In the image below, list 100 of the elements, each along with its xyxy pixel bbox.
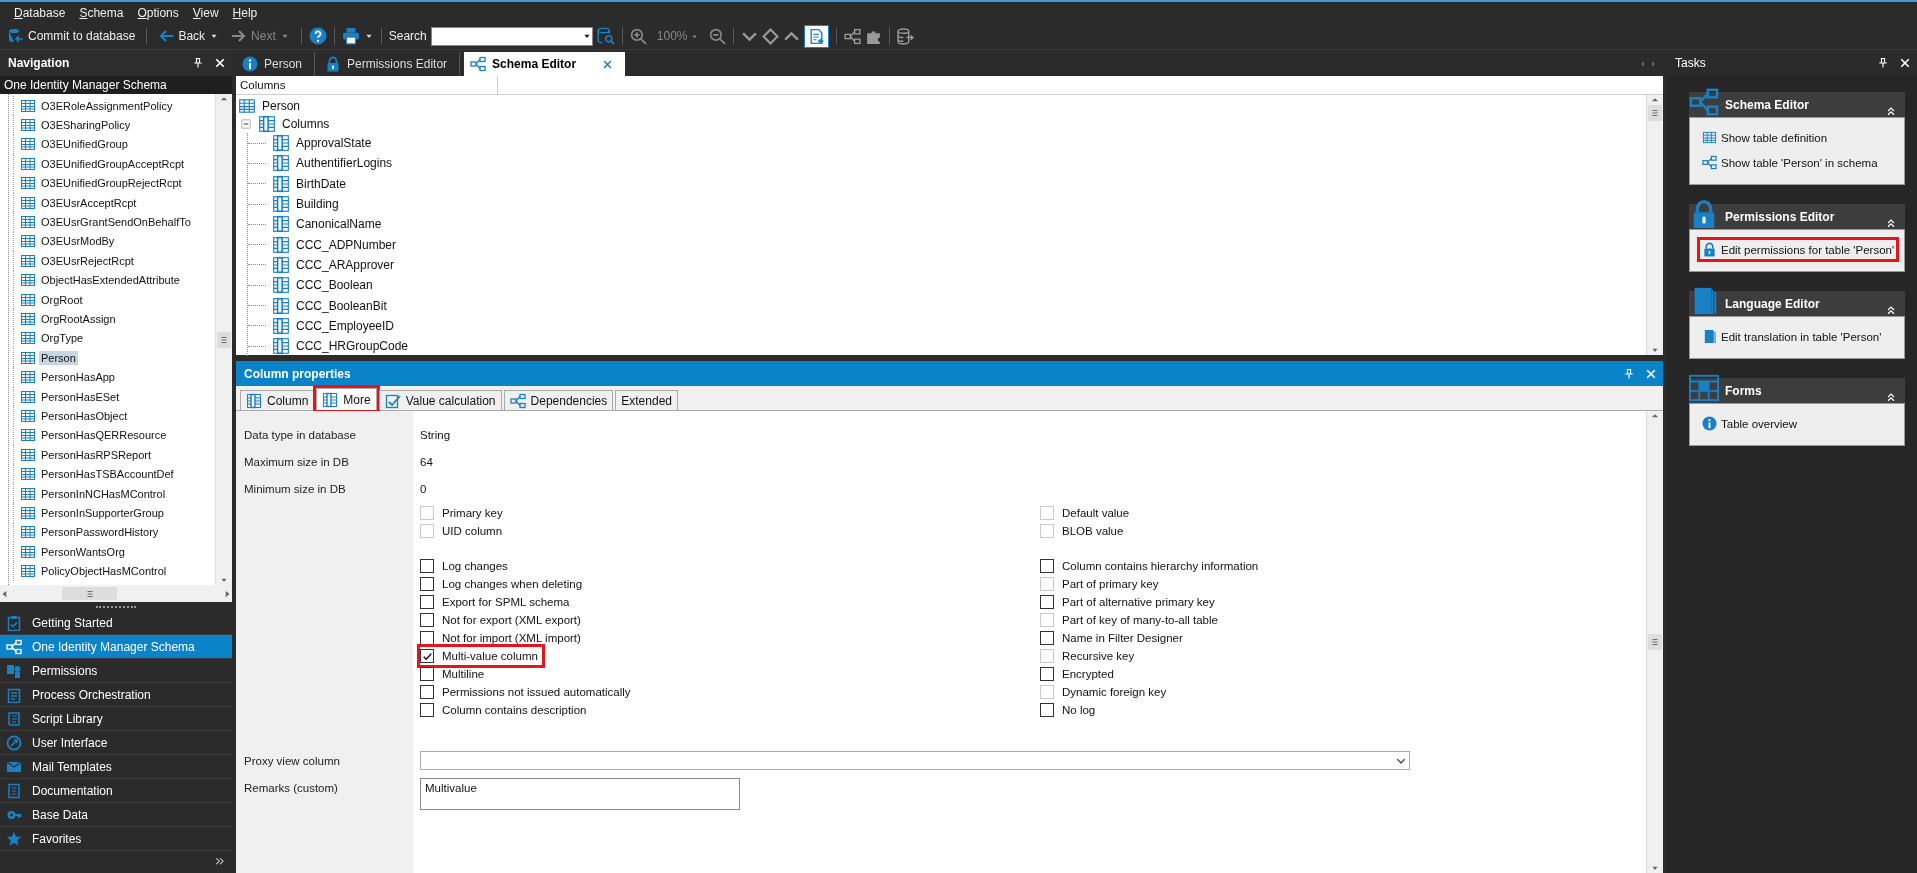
tree-item[interactable]: CCC_EmployeeID (296, 318, 395, 333)
collapse-toggle-icon[interactable] (240, 118, 252, 130)
menu-item[interactable]: Schema (79, 5, 124, 20)
checkbox[interactable] (420, 577, 434, 591)
pin-icon[interactable] (1877, 57, 1889, 69)
menu-item[interactable]: View (192, 5, 219, 20)
menu-item[interactable]: Options (137, 5, 179, 20)
document-tab[interactable]: Schema Editor (464, 52, 626, 76)
tree-item[interactable]: O3EUsrGrantSendOnBehalfTo (39, 215, 193, 230)
checkbox[interactable] (1040, 631, 1054, 645)
help-icon[interactable] (308, 27, 327, 45)
pin-icon[interactable] (192, 57, 204, 69)
tree-item[interactable]: PersonHasTSBAccountDef (39, 467, 176, 482)
double-chevron-icon[interactable] (214, 856, 226, 868)
tree-item[interactable]: PersonInSupporterGroup (39, 505, 166, 520)
navigation-section[interactable]: One Identity Manager Schema (0, 635, 232, 659)
database-search-icon[interactable] (596, 27, 615, 45)
tree-item[interactable]: PersonWantsOrg (39, 544, 127, 559)
tree-item[interactable]: PersonHasApp (39, 370, 117, 385)
tree-item[interactable]: PersonHasESet (39, 389, 122, 404)
back-button[interactable]: Back (154, 25, 224, 47)
menu-item[interactable]: Database (14, 5, 66, 20)
tree-item[interactable]: AuthentifierLogins (296, 156, 393, 171)
commit-button[interactable]: Commit to database (4, 25, 140, 47)
tree-item[interactable]: OrgType (39, 331, 86, 346)
table-icon (20, 330, 36, 347)
tree-item[interactable]: O3EUsrModBy (39, 234, 117, 249)
collapse-icon[interactable] (1885, 105, 1897, 117)
tree-item[interactable]: CCC_Boolean (296, 278, 373, 293)
tree-item[interactable]: ApprovalState (296, 136, 372, 151)
column-icon (322, 391, 339, 408)
properties-tab[interactable]: Extended (615, 390, 678, 410)
tree-item[interactable]: PolicyObjectHasMControl (39, 564, 169, 579)
tree-item[interactable]: PersonHasQERResource (39, 428, 169, 443)
search-field[interactable] (430, 26, 593, 46)
tree-item[interactable]: OrgRoot (39, 292, 85, 307)
scrollbar[interactable] (215, 94, 232, 585)
tree-item[interactable]: CanonicalName (296, 217, 382, 232)
tree-item[interactable]: CCC_HRGroupCode (296, 339, 409, 354)
checkbox[interactable] (420, 703, 434, 717)
tree-item[interactable]: CCC_BooleanBit (296, 298, 387, 313)
tree-item[interactable]: O3EUnifiedGroupRejectRcpt (39, 176, 184, 191)
tree-item[interactable]: Person (262, 99, 301, 113)
diamond-icon[interactable] (761, 27, 779, 45)
checkbox[interactable] (1040, 559, 1054, 573)
properties-tab[interactable]: Dependencies (503, 390, 614, 410)
tree-item[interactable]: Building (296, 197, 339, 212)
tree-item[interactable]: O3ESharingPolicy (39, 118, 133, 133)
add-document-button[interactable] (803, 24, 829, 48)
tree-item[interactable]: Columns (282, 117, 330, 131)
scrollbar[interactable] (1646, 411, 1663, 873)
checkbox[interactable] (420, 649, 434, 663)
properties-tab[interactable]: More (316, 388, 377, 410)
tree-item[interactable]: PersonHasRPSReport (39, 447, 154, 462)
menu-item[interactable]: Help (232, 5, 258, 20)
scroll-right-icon[interactable] (1649, 60, 1657, 68)
printer-icon[interactable] (341, 27, 360, 45)
tree-item[interactable]: Person (39, 350, 78, 365)
tree-item[interactable]: O3EUnifiedGroupAcceptRcpt (39, 156, 187, 171)
checkbox[interactable] (420, 559, 434, 573)
tree-item[interactable]: CCC_ADPNumber (296, 237, 397, 252)
tree-item[interactable]: PersonInNCHasMControl (39, 486, 168, 501)
close-icon[interactable] (214, 57, 226, 69)
close-icon[interactable] (1899, 57, 1911, 69)
tree-item[interactable]: PersonHasObject (39, 408, 130, 423)
database-export-icon[interactable] (896, 27, 914, 45)
horizontal-scrollbar[interactable] (0, 585, 232, 602)
tree-item[interactable]: O3EUnifiedGroup (39, 137, 130, 152)
checkbox[interactable] (1040, 667, 1054, 681)
tree-item[interactable]: BirthDate (296, 176, 347, 191)
checkbox[interactable] (420, 631, 434, 645)
checkbox[interactable] (1040, 703, 1054, 717)
checkbox[interactable] (420, 685, 434, 699)
tree-item[interactable]: O3ERoleAssignmentPolicy (39, 98, 175, 113)
collapse-icon[interactable] (1885, 217, 1897, 229)
tree-item[interactable]: O3EUsrRejectRcpt (39, 253, 136, 268)
checkbox[interactable] (420, 667, 434, 681)
task-link[interactable]: Show table definition (1700, 128, 1830, 147)
properties-tab[interactable]: Value calculation (378, 390, 502, 410)
checkbox[interactable] (420, 595, 434, 609)
remarks-field[interactable]: Multivalue (420, 778, 740, 810)
tree-item[interactable]: O3EUsrAcceptRcpt (39, 195, 139, 210)
tree-item[interactable]: ObjectHasExtendedAttribute (39, 273, 182, 288)
checkbox-label: Column contains description (442, 704, 587, 716)
table-icon (20, 233, 36, 250)
tree-item[interactable]: CCC_ARApprover (296, 257, 395, 272)
checkbox[interactable] (1040, 595, 1054, 609)
tree-item[interactable]: OrgRootAssign (39, 312, 118, 326)
collapse-icon[interactable] (1885, 304, 1897, 316)
scroll-left-icon[interactable] (1639, 60, 1647, 68)
tree-item[interactable]: PersonPasswordHistory (39, 525, 161, 540)
hierarchy-icon[interactable] (843, 27, 861, 45)
collapse-icon[interactable] (1885, 391, 1897, 403)
scrollbar[interactable] (1646, 95, 1663, 355)
table-icon (20, 543, 36, 560)
zoom-out-icon[interactable] (708, 27, 726, 45)
task-link[interactable]: Show table 'Person' in schema (1700, 153, 1880, 172)
properties-tab[interactable]: Column (240, 390, 315, 410)
checkbox[interactable] (420, 613, 434, 627)
zoom-in-icon[interactable] (629, 27, 647, 45)
